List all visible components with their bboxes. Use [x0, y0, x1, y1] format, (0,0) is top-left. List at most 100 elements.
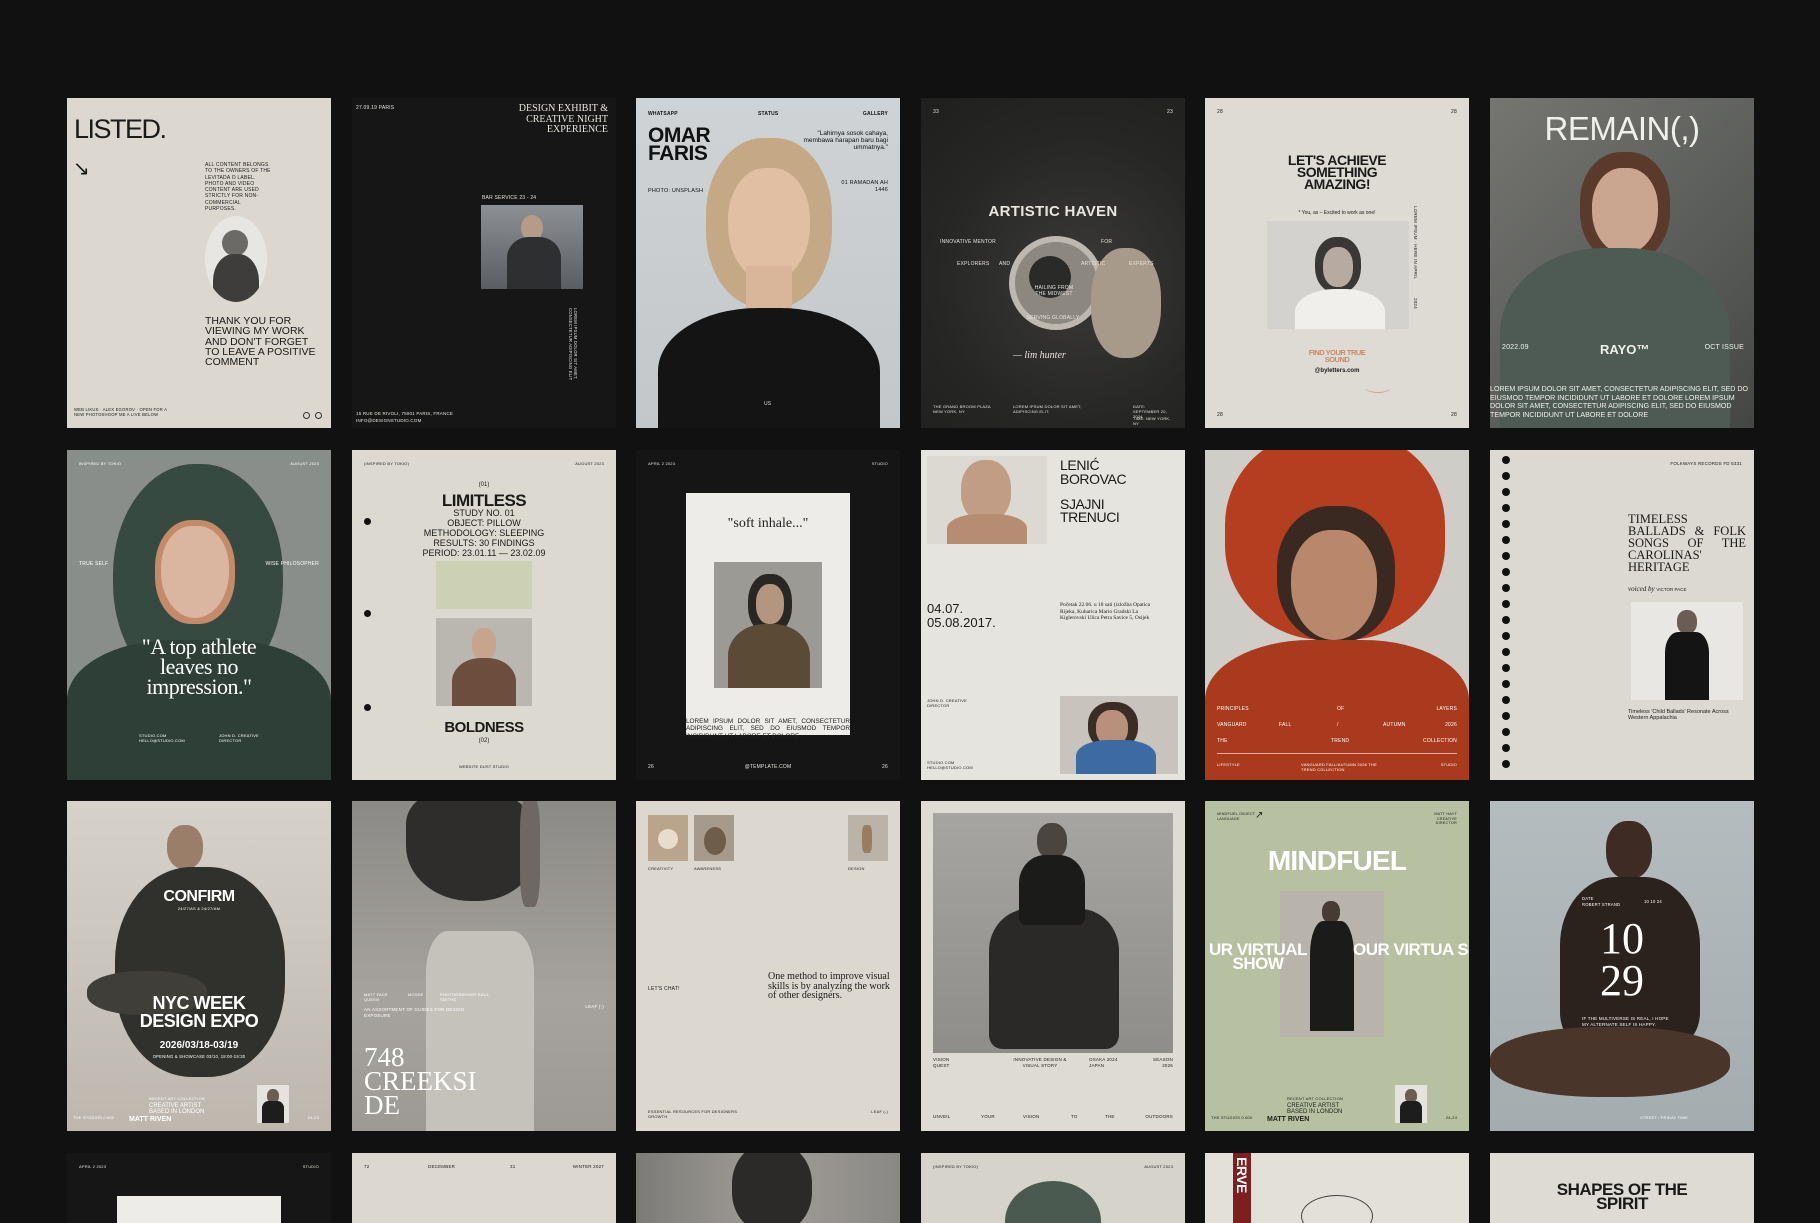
- label-season: WINTER 2027: [572, 1164, 604, 1169]
- assortment-text: AN ASSORTMENT OF GUIDES FOR DESIGN EXPOS…: [364, 1007, 465, 1018]
- spiral-hole: [1502, 584, 1510, 592]
- site-link[interactable]: @TEMPLATE.COM: [636, 764, 900, 770]
- spiral-hole: [1502, 744, 1510, 752]
- arrow-up-right-icon: ↗: [1255, 810, 1264, 821]
- voiced-by: voiced by VICTOR PACE: [1628, 585, 1686, 593]
- card-artistic-haven[interactable]: 33 23 ARTISTIC HAVEN INNOVATIVE MENTOR F…: [921, 98, 1185, 428]
- logo-mark: US: [764, 401, 772, 407]
- row-2-vanguard: VANGUARD: [1217, 722, 1247, 728]
- spiral-hole: [1502, 712, 1510, 720]
- voiced-by-label: voiced by: [1628, 585, 1655, 593]
- confirm-sub: 24/27/AS & 24/27/AM: [177, 906, 221, 911]
- caption-text: Timeless 'Child Ballads' Resonate Across…: [1628, 709, 1729, 722]
- card-creekside[interactable]: MATT FACE QUEEN MOSSE PHOTOGRAPHER RAUL …: [352, 801, 616, 1131]
- word-for: FOR: [1101, 239, 1113, 245]
- card-confirm[interactable]: CONFIRM 24/27/AS & 24/27/AM NYC WEEK DES…: [67, 801, 331, 1131]
- card-remain[interactable]: REMAIN(,) 2022.09 RAYO™ OCT ISSUE LOREM …: [1490, 98, 1754, 428]
- photo-credit: PHOTO: UNSPLASH: [648, 188, 704, 194]
- footer-name: MATT RIVEN: [129, 1116, 172, 1123]
- contact-text: STUDIO.COM HELLO@STUDIO.COM: [927, 760, 973, 770]
- opening-text: OPENING & SHOWCASE 03/10, 18:00-19:30: [152, 1054, 246, 1059]
- card-listed[interactable]: LISTED. ↘ ALL CONTENT BELONGS TO THE OWN…: [67, 98, 331, 428]
- binder-hole: [364, 610, 371, 617]
- name-line-1: LENIĆ: [1060, 457, 1100, 473]
- row-2-autumn: AUTUMN: [1383, 722, 1406, 728]
- page-number-left: 33: [933, 109, 939, 115]
- top-right-label: AUGUST 2023: [290, 461, 319, 466]
- study-line-1: STUDY NO. 01: [453, 508, 515, 518]
- card-december[interactable]: 72 DECEMBER 31 WINTER 2027: [352, 1153, 616, 1223]
- spiral-hole: [1502, 536, 1510, 544]
- date-line-2: 05.08.2017.: [927, 615, 996, 630]
- card-vision-quest[interactable]: VISION QUEST INNOVATIVE DESIGN & VISUAL …: [921, 801, 1185, 1131]
- label-design: DESIGN: [848, 866, 865, 871]
- date-text: 27.09.19 PARIS: [356, 105, 395, 111]
- haven-title: ARTISTIC HAVEN: [988, 203, 1118, 220]
- row-2-year: 2026: [1445, 722, 1457, 728]
- card-top-athlete[interactable]: INSPIRED BY TOKIO AUGUST 2023 TRUE SELF …: [67, 450, 331, 780]
- ellipse-outline: [1301, 1195, 1373, 1223]
- right-label: WISE PHILOSOPHER: [265, 561, 319, 567]
- brand-text: RAYO™: [1600, 342, 1650, 357]
- lets-chat-link[interactable]: LET'S CHAT!: [648, 986, 680, 992]
- card-mindfuel[interactable]: MINDFUEL OBJECT LANGUAGE ↗ MATT HAYT CRE…: [1205, 801, 1469, 1131]
- footer-artist: CREATIVE ARTIST BASED IN LONDON: [149, 1103, 205, 1115]
- card-grey-photo[interactable]: [636, 1153, 900, 1223]
- credit-col-2: MOSSE: [408, 992, 424, 997]
- footer-collection: RECENT ART COLLECTION: [1287, 1096, 1343, 1101]
- card-ten-twenty-nine[interactable]: DATE ROBERT STRAND 10 10 24 10 29 IF THE…: [1490, 801, 1754, 1131]
- card-lenic-borovac[interactable]: LENIĆ BOROVAC SJAJNI TRENUCI 04.07. 05.0…: [921, 450, 1185, 780]
- card-hooded-preview[interactable]: (INSPIRED BY TOKIO) AUGUST 2023: [921, 1153, 1185, 1223]
- section-number-2: (02): [478, 738, 490, 744]
- card-red-band[interactable]: ERVE: [1205, 1153, 1469, 1223]
- page-number-tr: 28: [1451, 109, 1457, 115]
- handle-text: @byletters.com: [1314, 368, 1360, 374]
- footer-place: THE GRAND BROOM PLAZA NEW YORK, NY: [933, 404, 991, 414]
- top-right-label: AUGUST 2023: [1144, 1164, 1173, 1169]
- card-timeless-ballads[interactable]: FOLKWAYS RECORDS FD 5331 TIMELESS BALLAD…: [1490, 450, 1754, 780]
- virtual-show-left: UR VIRTUAL SHOW: [1209, 940, 1307, 974]
- card-shapes-spirit[interactable]: SHAPES OF THE SPIRIT: [1490, 1153, 1754, 1223]
- left-label-1: DATE: [1582, 896, 1594, 901]
- footer-osaka: OSAKA 2024 JAPAN: [1089, 1057, 1118, 1068]
- spiral-hole: [1502, 696, 1510, 704]
- footer-text: WEB LIKUS · ALEX EGOROV · OPEN FOR A NEW…: [74, 407, 167, 418]
- vertical-text: LOREM IPSUM DOLOR SIT AMET, CONSECTETUR …: [567, 308, 578, 381]
- word-explorers: EXPLORERS: [957, 261, 990, 267]
- globe-icon: [315, 412, 322, 419]
- nav-whatsapp[interactable]: WHATSAPP: [648, 111, 678, 117]
- expo-date: 2026/03/18-03/19: [159, 1040, 239, 1051]
- record-label: FOLKWAYS RECORDS FD 5331: [1670, 461, 1742, 466]
- section-number: (01): [478, 482, 490, 488]
- card-lets-chat[interactable]: CREATIVITY AWARENESS DESIGN LET'S CHAT! …: [636, 801, 900, 1131]
- footer-name: MATT RIVEN: [1267, 1116, 1310, 1123]
- arrow-down-right-icon: ↘: [73, 158, 90, 180]
- nav-status[interactable]: STATUS: [758, 111, 778, 117]
- card-lets-achieve[interactable]: 28 28 LET'S ACHIEVE SOMETHING AMAZING! *…: [1205, 98, 1469, 428]
- object-photo-2: [694, 815, 734, 861]
- nav-gallery[interactable]: GALLERY: [863, 111, 888, 117]
- address-line-2: DE: [364, 1090, 400, 1120]
- find-text: FIND YOUR TRUE SOUND: [1308, 348, 1366, 364]
- role-text: JOHN D. CREATIVE DIRECTOR: [927, 698, 968, 708]
- word-to: TO: [1071, 1114, 1078, 1119]
- binder-hole: [364, 704, 371, 711]
- signature: — lim hunter: [1013, 350, 1066, 361]
- footer-studio: STUDIO: [1440, 762, 1457, 767]
- method-quote: One method to improve visual skills is b…: [768, 971, 890, 1001]
- spiral-hole: [1502, 520, 1510, 528]
- thanks-text: THANK YOU FOR VIEWING MY WORK AND DON'T …: [205, 315, 316, 369]
- portrait-photo: [1205, 450, 1469, 780]
- row-3-the: THE: [1217, 738, 1228, 744]
- portrait-photo: [436, 618, 532, 706]
- card-red-sweater[interactable]: PRINCIPLES OF LAYERS VANGUARD FALL / AUT…: [1205, 450, 1469, 780]
- card-soft-inhale[interactable]: APRIL 2 2023 STUDIO "soft inhale..." LOR…: [636, 450, 900, 780]
- top-right-label: STUDIO: [302, 1164, 319, 1169]
- footer-collection: VANGUARD FALL/AUTUMN 2026 THE TREND COLL…: [1301, 762, 1377, 772]
- card-design-exhibit[interactable]: 27.09.19 PARIS DESIGN EXHIBIT & CREATIVE…: [352, 98, 616, 428]
- left-label-2: ROBERT STRAND: [1582, 902, 1621, 907]
- card-april-studio[interactable]: APRIL 2 2023 STUDIO: [67, 1153, 331, 1223]
- card-omar-faris[interactable]: WHATSAPP STATUS GALLERY OMAR FARIS "Lahi…: [636, 98, 900, 428]
- card-limitless[interactable]: (INSPIRED BY TOKIO) AUGUST 2023 (01) LIM…: [352, 450, 616, 780]
- word-vision: VISION: [1023, 1114, 1040, 1119]
